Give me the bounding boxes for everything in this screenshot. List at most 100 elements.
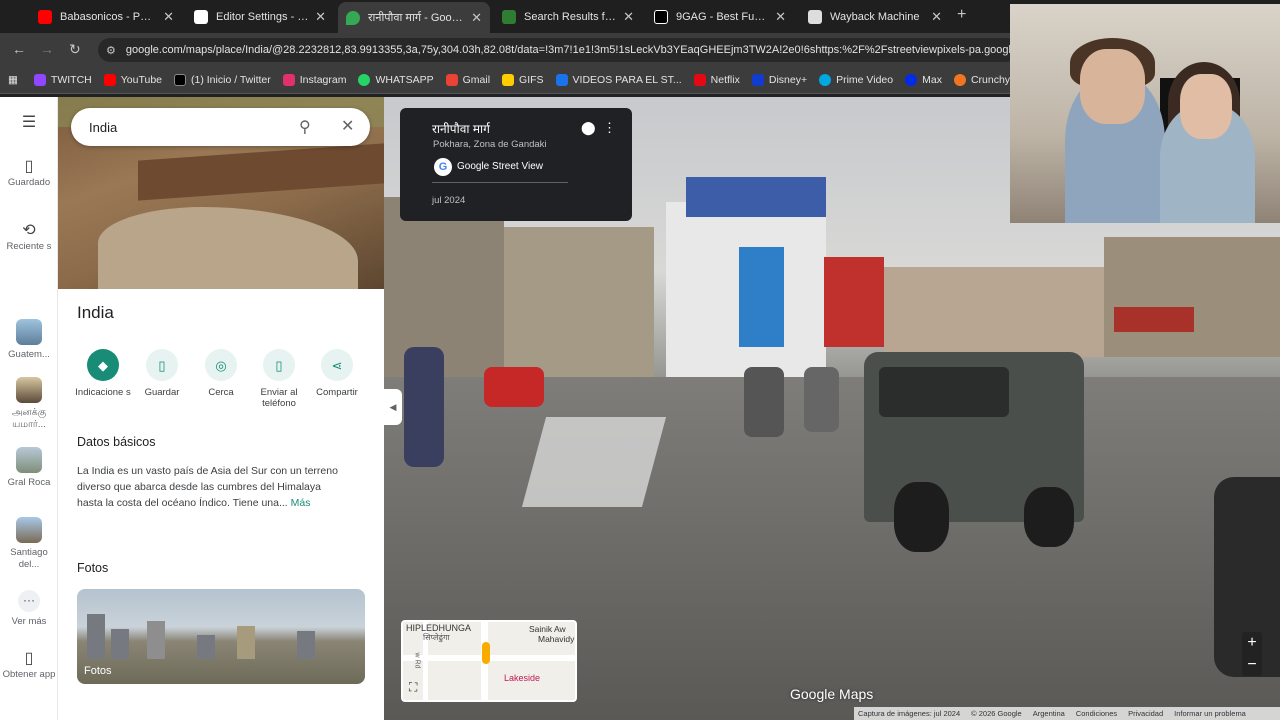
bookmark-item[interactable]: Gmail xyxy=(445,74,491,86)
about-more-link[interactable]: Más xyxy=(291,497,311,509)
rail-more[interactable]: ··· Ver más xyxy=(0,590,58,628)
site-info-icon[interactable]: ⚙ xyxy=(106,44,116,57)
footer-region[interactable]: Argentina xyxy=(1033,709,1065,718)
bookmark-item[interactable]: Netflix xyxy=(693,74,740,86)
rail-recent-label: Gral Roca xyxy=(7,477,51,488)
new-tab-icon[interactable]: + xyxy=(957,6,966,24)
url-text: google.com/maps/place/India/@28.2232812,… xyxy=(125,44,1011,56)
more-vert-icon[interactable]: ⋮ xyxy=(603,120,616,136)
mini-map[interactable]: HIPLEDHUNGA सिप्लेढुंगा Sainik Aw Mahavi… xyxy=(401,620,577,702)
rail-recent-item[interactable]: Gral Roca xyxy=(0,447,58,489)
photos-card[interactable]: Fotos xyxy=(77,589,365,684)
divider xyxy=(432,182,568,183)
place-panel: ⚲ ✕ India ◆ Indicacione s ▯ Guardar ◎ Ce… xyxy=(58,97,384,720)
send-to-phone-button[interactable]: ▯ Enviar al teléfono xyxy=(249,349,309,409)
close-tab-icon[interactable]: ✕ xyxy=(163,9,174,25)
zoom-out-icon[interactable]: − xyxy=(1242,654,1262,676)
photos-card-label: Fotos xyxy=(84,665,112,677)
collapse-panel-button[interactable]: ◀ xyxy=(384,389,402,425)
place-thumbnail xyxy=(16,447,42,473)
capture-date[interactable]: jul 2024 xyxy=(432,195,465,206)
rail-saved[interactable]: ▯ Guardado xyxy=(0,159,58,189)
street-view-info-card: रानीपौवा मार्ग Pokhara, Zona de Gandaki … xyxy=(400,108,632,221)
bookmark-item[interactable]: GIFS xyxy=(502,74,544,86)
search-box[interactable]: ⚲ ✕ xyxy=(71,108,370,146)
menu-button[interactable]: ☰ xyxy=(0,115,58,133)
pegman-icon[interactable] xyxy=(482,642,490,664)
map-label: Mahavidy xyxy=(538,634,575,644)
place-title: India xyxy=(77,303,114,322)
close-tab-icon[interactable]: ✕ xyxy=(775,9,786,25)
close-tab-icon[interactable]: ✕ xyxy=(931,9,942,25)
browser-tab[interactable]: 9GAG - Best Funny Me ✕ xyxy=(646,4,794,29)
bookmark-item[interactable]: Disney+ xyxy=(751,74,808,86)
rail-recent-item[interactable]: Guatem... xyxy=(0,319,58,361)
bookmark-item[interactable]: YouTube xyxy=(103,74,162,86)
bookmark-item[interactable]: Max xyxy=(905,74,942,86)
action-label: Cerca xyxy=(208,387,234,398)
search-icon[interactable]: ⚲ xyxy=(299,117,311,137)
nearby-button[interactable]: ◎ Cerca xyxy=(191,349,251,398)
reload-icon[interactable]: ↻ xyxy=(69,41,81,58)
forward-icon[interactable]: → xyxy=(40,41,54,57)
close-tab-icon[interactable]: ✕ xyxy=(471,10,482,26)
bookmark-item[interactable]: TWITCH xyxy=(33,74,92,86)
url-field[interactable]: ⚙ google.com/maps/place/India/@28.223281… xyxy=(98,38,1018,62)
bookmark-label: Disney+ xyxy=(768,74,808,86)
drive-icon xyxy=(555,74,568,86)
browser-tab[interactable]: Editor Settings - 7TV ✕ xyxy=(186,4,334,29)
rail-recent-label: Guatem... xyxy=(8,349,50,360)
bookmark-item[interactable]: Instagram xyxy=(282,74,346,86)
bookmark-item[interactable]: (1) Inicio / Twitter xyxy=(174,74,271,86)
rail-recent-item[interactable]: Santiago del... xyxy=(0,517,58,571)
expand-icon[interactable]: ⛶ xyxy=(409,680,417,695)
zoom-controls: + − xyxy=(1242,632,1262,676)
about-text: La India es un vasto país de Asia del Su… xyxy=(77,463,347,511)
map-label: Lakeside xyxy=(504,673,541,683)
rail-recent-label: Santiago del... xyxy=(10,547,48,570)
street-view-brand: Google Street View xyxy=(457,161,543,172)
location-pin-icon[interactable]: ⬤ xyxy=(581,120,596,136)
apps-grid-icon[interactable]: ▦ xyxy=(8,74,18,86)
footer-terms-link[interactable]: Condiciones xyxy=(1076,709,1117,718)
share-button[interactable]: ⋖ Compartir xyxy=(307,349,367,398)
rail-get-app-label: Obtener app xyxy=(2,669,56,680)
browser-tab[interactable]: Babasonicos - Putita ( ✕ xyxy=(30,4,182,29)
google-g-icon: G xyxy=(434,158,452,176)
rail-recents-label: Reciente s xyxy=(6,241,52,252)
close-tab-icon[interactable]: ✕ xyxy=(315,9,326,25)
action-label: Enviar al teléfono xyxy=(260,387,298,409)
search-input[interactable] xyxy=(89,119,289,135)
tab-label: Search Results for 'act xyxy=(524,10,617,23)
place-thumbnail xyxy=(16,517,42,543)
bookmark-item[interactable]: VIDEOS PARA EL ST... xyxy=(555,74,682,86)
rail-recents[interactable]: ⟲ Reciente s xyxy=(0,222,58,253)
history-icon: ⟲ xyxy=(22,222,36,239)
map-label: w Rd xyxy=(413,652,421,669)
close-tab-icon[interactable]: ✕ xyxy=(623,9,634,25)
directions-icon: ◆ xyxy=(87,349,119,381)
browser-tab[interactable]: Search Results for 'act ✕ xyxy=(494,4,642,29)
footer-privacy-link[interactable]: Privacidad xyxy=(1128,709,1163,718)
close-icon[interactable]: ✕ xyxy=(341,116,354,136)
rail-get-app[interactable]: ▯ Obtener app xyxy=(0,651,58,681)
tab-label: 9GAG - Best Funny Me xyxy=(676,10,770,23)
gifs-icon xyxy=(502,74,515,86)
browser-tab[interactable]: Wayback Machine ✕ xyxy=(800,4,950,29)
tab-label: रानीपौवा मार्ग - Google M xyxy=(368,12,466,24)
bookmark-item[interactable]: WHATSAPP xyxy=(358,74,434,86)
rail-recent-item[interactable]: அனக்கு யமார்... xyxy=(0,377,58,431)
save-button[interactable]: ▯ Guardar xyxy=(132,349,192,398)
zoom-in-icon[interactable]: + xyxy=(1242,632,1262,654)
footer-report-link[interactable]: Informar un problema xyxy=(1174,709,1246,718)
bookmark-item[interactable]: Prime Video xyxy=(819,74,893,86)
back-icon[interactable]: ← xyxy=(12,41,26,57)
place-thumbnail xyxy=(16,377,42,403)
place-thumbnail xyxy=(16,319,42,345)
bookmark-label: Gmail xyxy=(462,74,491,86)
map-label: सिप्लेढुंगा xyxy=(423,633,450,642)
bookmark-label: VIDEOS PARA EL ST... xyxy=(572,74,682,86)
disney-icon xyxy=(751,74,764,86)
directions-button[interactable]: ◆ Indicacione s xyxy=(73,349,133,398)
browser-tab-active[interactable]: रानीपौवा मार्ग - Google M ✕ xyxy=(338,2,490,33)
